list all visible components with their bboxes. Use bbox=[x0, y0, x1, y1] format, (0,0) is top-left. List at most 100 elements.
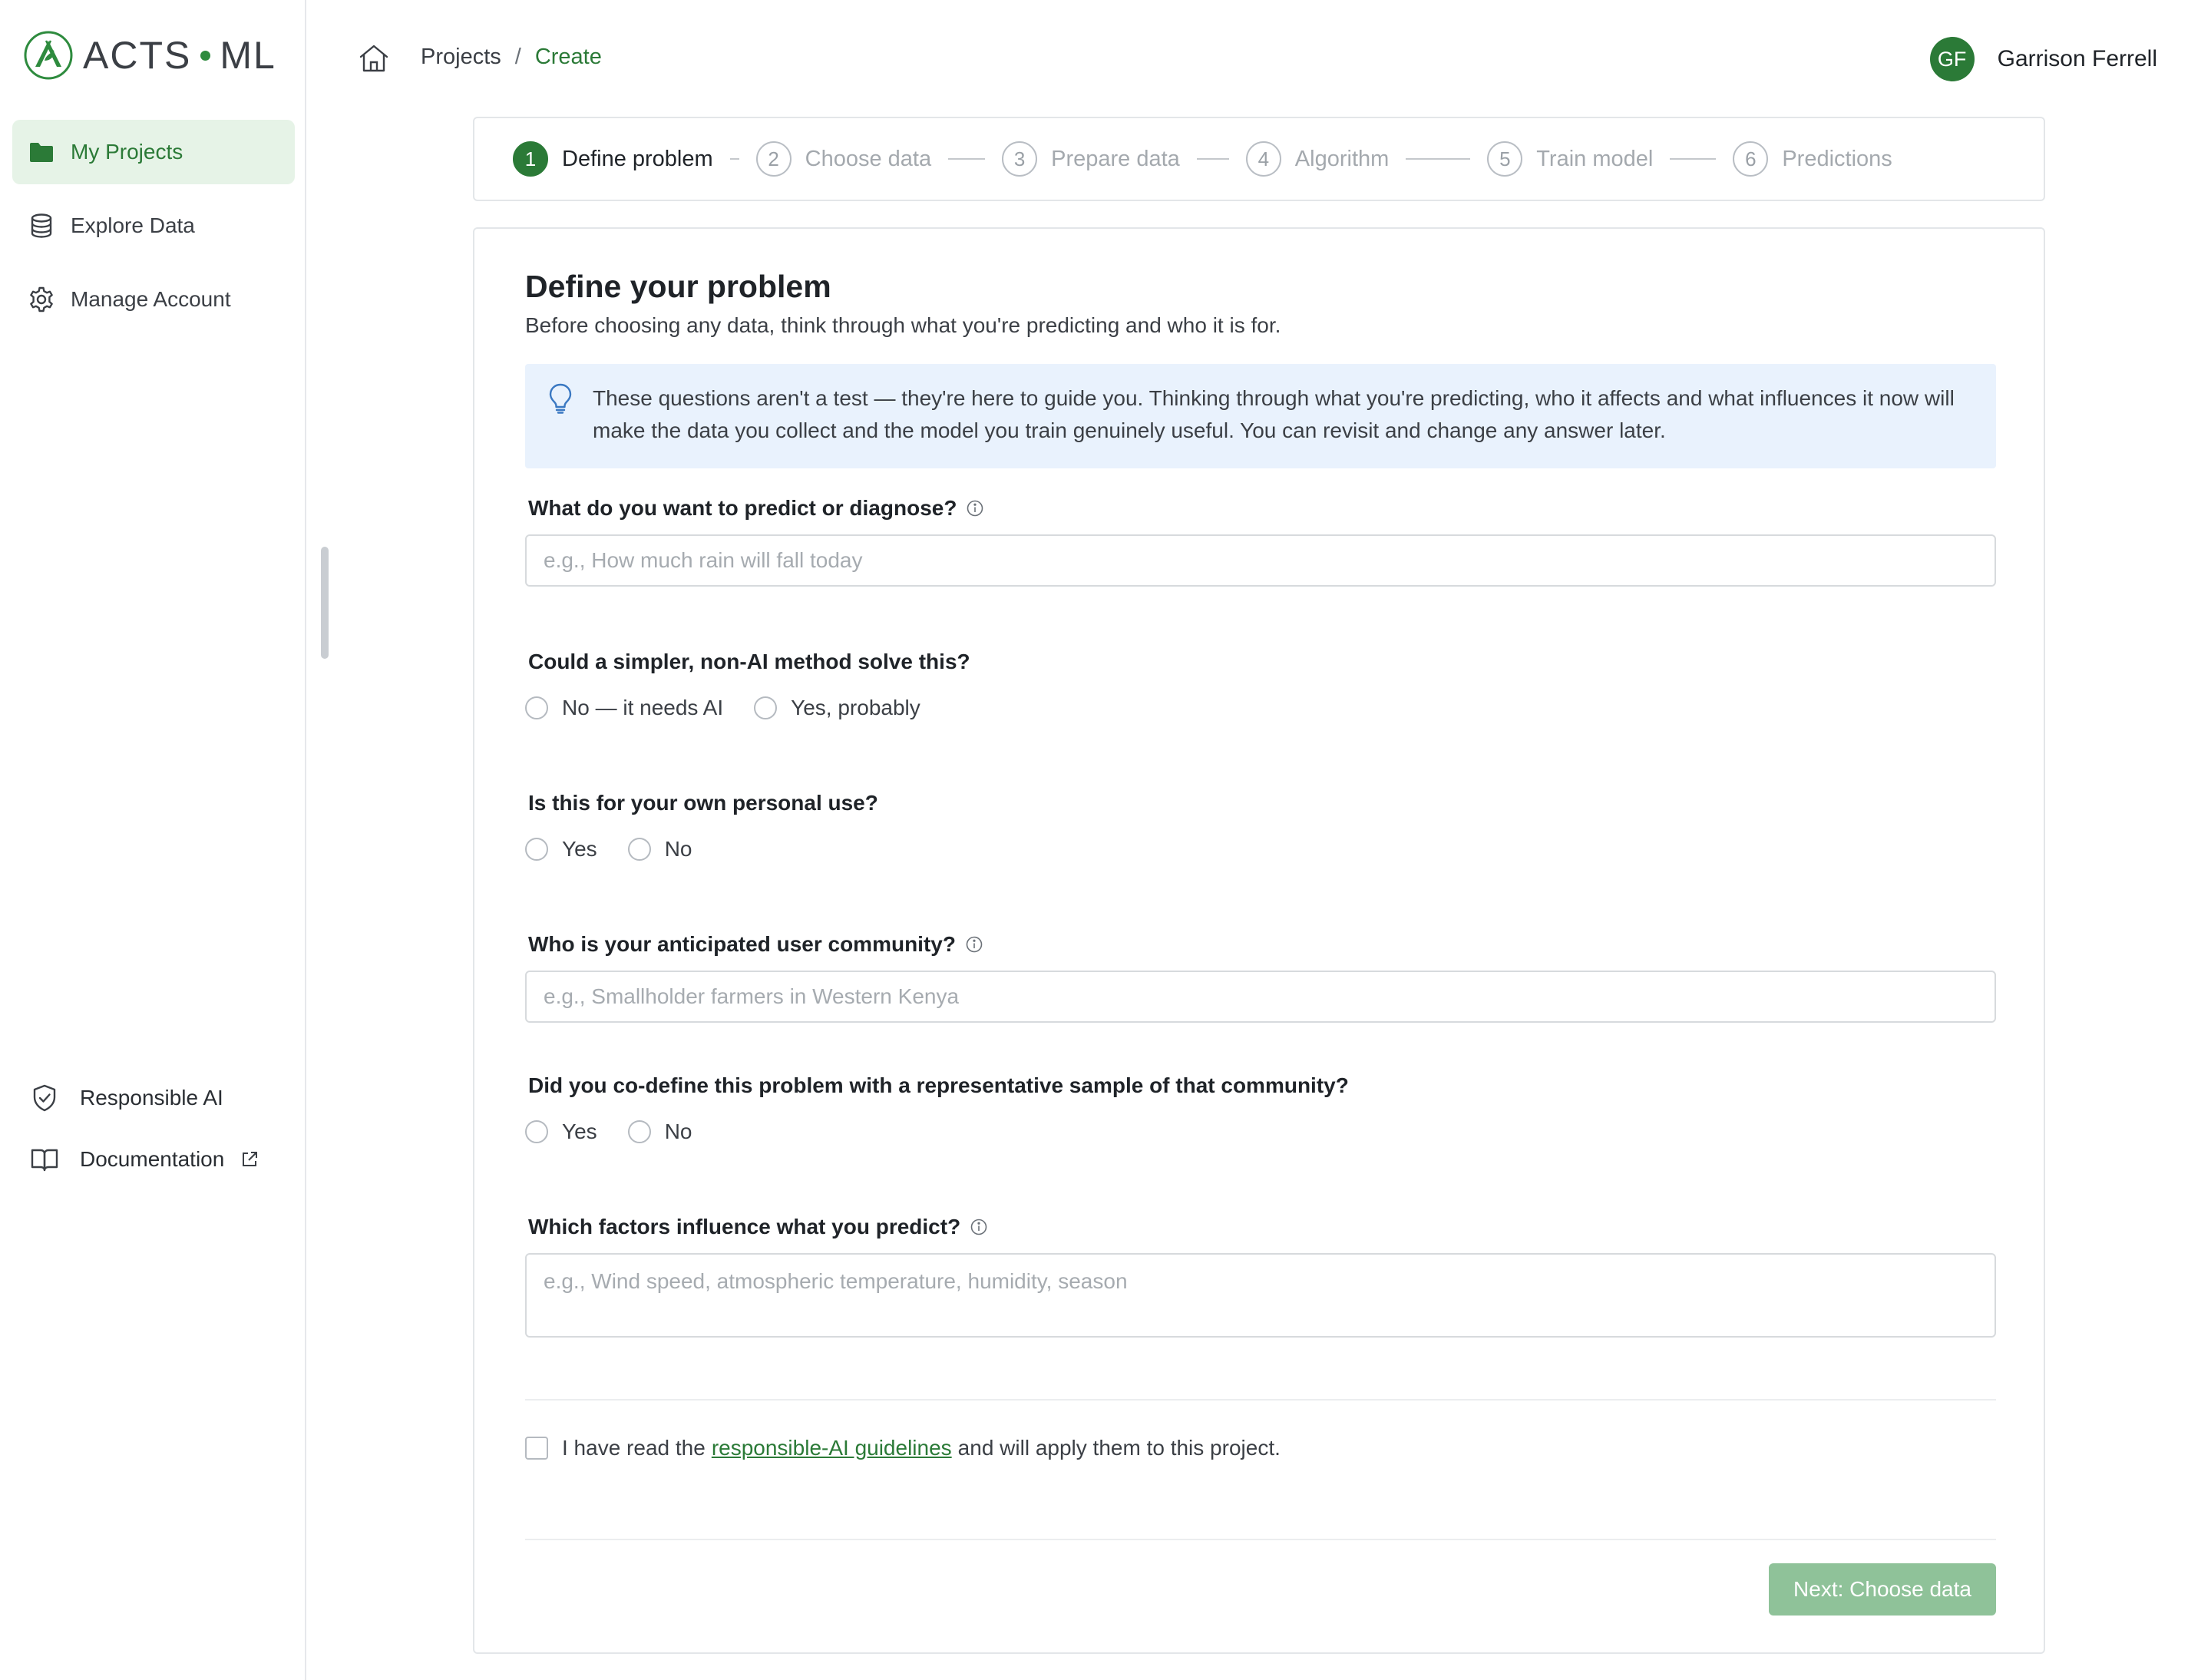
step-number: 6 bbox=[1733, 141, 1769, 177]
question-text: Did you co-define this problem with a re… bbox=[528, 1073, 1349, 1097]
radio-label: No bbox=[664, 1119, 692, 1143]
radio-personal-no[interactable]: No bbox=[627, 837, 692, 861]
step-number: 4 bbox=[1245, 141, 1281, 177]
shield-check-icon bbox=[33, 1084, 56, 1112]
question-text: Is this for your own personal use? bbox=[528, 791, 878, 815]
radio-circle[interactable] bbox=[525, 1120, 548, 1143]
logo-mark-icon bbox=[24, 31, 73, 80]
sidebar-item-manage-account[interactable]: Manage Account bbox=[12, 267, 295, 332]
breadcrumb-separator: / bbox=[514, 45, 521, 69]
gear-icon bbox=[30, 286, 53, 313]
step-label: Algorithm bbox=[1294, 146, 1390, 171]
step-choose-data[interactable]: 2 Choose data bbox=[755, 141, 932, 177]
user-name: Garrison Ferrell bbox=[1997, 46, 2157, 71]
step-connector bbox=[729, 158, 739, 160]
question-co-define-label: Did you co-define this problem with a re… bbox=[528, 1073, 1349, 1098]
sidebar-nav: My Projects Explore Data Manage Account bbox=[12, 120, 295, 341]
radio-codefine-no[interactable]: No bbox=[627, 1119, 692, 1144]
step-number: 3 bbox=[1002, 141, 1038, 177]
guidance-info-box: These questions aren't a test — they're … bbox=[525, 364, 1996, 468]
info-circle-icon[interactable] bbox=[965, 935, 983, 954]
sidebar-item-label: My Projects bbox=[71, 140, 183, 164]
radio-circle[interactable] bbox=[627, 1120, 651, 1143]
lightbulb-icon bbox=[549, 383, 572, 414]
folder-icon bbox=[30, 143, 53, 162]
radio-circle[interactable] bbox=[754, 696, 778, 719]
logo-text-right: ML bbox=[220, 34, 276, 77]
agreement-text-after: and will apply them to this project. bbox=[957, 1436, 1281, 1460]
step-label: Predictions bbox=[1782, 146, 1892, 171]
radio-codefine-yes[interactable]: Yes bbox=[525, 1119, 597, 1144]
sidebar-item-label: Manage Account bbox=[71, 287, 231, 311]
personal-use-radio-group: Yes No bbox=[525, 837, 722, 861]
user-menu[interactable]: GF Garrison Ferrell bbox=[1929, 37, 2157, 81]
radio-yes-probably[interactable]: Yes, probably bbox=[754, 696, 920, 720]
top-header: Projects / Create GF Garrison Ferrell bbox=[307, 0, 2211, 118]
step-connector bbox=[1196, 158, 1229, 160]
home-icon[interactable] bbox=[358, 43, 390, 74]
step-label: Train model bbox=[1536, 146, 1654, 171]
breadcrumb: Projects / Create bbox=[421, 45, 602, 70]
external-link-icon bbox=[243, 1152, 258, 1166]
guidance-text: These questions aren't a test — they're … bbox=[593, 386, 1955, 442]
radio-label: Yes, probably bbox=[791, 696, 920, 719]
sidebar: ACTS ML My Projects Explore Data Manage … bbox=[0, 0, 306, 1680]
step-train-model[interactable]: 5 Train model bbox=[1487, 141, 1653, 177]
responsible-ai-guidelines-link[interactable]: responsible-AI guidelines bbox=[712, 1436, 952, 1460]
radio-circle[interactable] bbox=[525, 696, 548, 719]
page-subtitle: Before choosing any data, think through … bbox=[525, 313, 1281, 337]
step-connector bbox=[948, 158, 986, 160]
simpler-method-radio-group: No — it needs AI Yes, probably bbox=[525, 696, 951, 720]
predict-input[interactable] bbox=[525, 534, 1996, 587]
wizard-stepper: 1 Define problem 2 Choose data 3 Prepare… bbox=[473, 117, 2045, 201]
guidelines-checkbox[interactable] bbox=[525, 1437, 548, 1460]
next-choose-data-button[interactable]: Next: Choose data bbox=[1769, 1563, 1996, 1616]
sidebar-scrollbar[interactable] bbox=[321, 547, 329, 659]
step-connector bbox=[1670, 158, 1717, 160]
step-label: Define problem bbox=[562, 146, 713, 171]
radio-label: No — it needs AI bbox=[562, 696, 724, 719]
database-icon bbox=[31, 213, 52, 238]
step-algorithm[interactable]: 4 Algorithm bbox=[1245, 141, 1390, 177]
breadcrumb-projects-link[interactable]: Projects bbox=[421, 45, 501, 70]
define-problem-card: Define your problem Before choosing any … bbox=[473, 227, 2045, 1654]
sidebar-item-explore-data[interactable]: Explore Data bbox=[12, 193, 295, 258]
sidebar-item-my-projects[interactable]: My Projects bbox=[12, 120, 295, 184]
radio-circle[interactable] bbox=[627, 838, 651, 861]
app-logo[interactable]: ACTS ML bbox=[23, 29, 276, 81]
breadcrumb-current: Create bbox=[534, 45, 602, 69]
sidebar-item-responsible-ai[interactable]: Responsible AI bbox=[29, 1075, 290, 1121]
radio-label: Yes bbox=[562, 1119, 597, 1143]
step-number: 2 bbox=[755, 141, 792, 177]
sidebar-item-label: Responsible AI bbox=[80, 1086, 223, 1110]
factors-textarea[interactable] bbox=[525, 1253, 1996, 1338]
question-factors-label: Which factors influence what you predict… bbox=[528, 1215, 988, 1239]
step-number: 1 bbox=[513, 141, 548, 177]
divider bbox=[525, 1399, 1996, 1401]
step-predictions[interactable]: 6 Predictions bbox=[1733, 141, 1892, 177]
step-label: Choose data bbox=[805, 146, 932, 171]
info-circle-icon[interactable] bbox=[970, 1218, 988, 1236]
sidebar-item-label: Documentation bbox=[80, 1147, 225, 1171]
info-circle-icon[interactable] bbox=[966, 499, 984, 518]
divider bbox=[525, 1539, 1996, 1540]
logo-dot bbox=[200, 50, 211, 61]
guidelines-agreement: I have read the responsible-AI guideline… bbox=[525, 1436, 1281, 1460]
radio-circle[interactable] bbox=[525, 838, 548, 861]
book-icon bbox=[31, 1149, 58, 1172]
avatar: GF bbox=[1929, 37, 1975, 81]
step-prepare-data[interactable]: 3 Prepare data bbox=[1002, 141, 1180, 177]
agreement-text-before: I have read the bbox=[562, 1436, 706, 1460]
step-connector bbox=[1406, 158, 1471, 160]
user-community-input[interactable] bbox=[525, 971, 1996, 1023]
step-number: 5 bbox=[1487, 141, 1523, 177]
step-label: Prepare data bbox=[1051, 146, 1180, 171]
page-title: Define your problem bbox=[525, 269, 831, 304]
radio-personal-yes[interactable]: Yes bbox=[525, 837, 597, 861]
step-define-problem[interactable]: 1 Define problem bbox=[513, 141, 713, 177]
question-text: What do you want to predict or diagnose? bbox=[528, 496, 957, 520]
radio-label: No bbox=[664, 837, 692, 861]
sidebar-item-documentation[interactable]: Documentation bbox=[29, 1136, 290, 1182]
sidebar-item-label: Explore Data bbox=[71, 213, 195, 237]
radio-needs-ai[interactable]: No — it needs AI bbox=[525, 696, 723, 720]
